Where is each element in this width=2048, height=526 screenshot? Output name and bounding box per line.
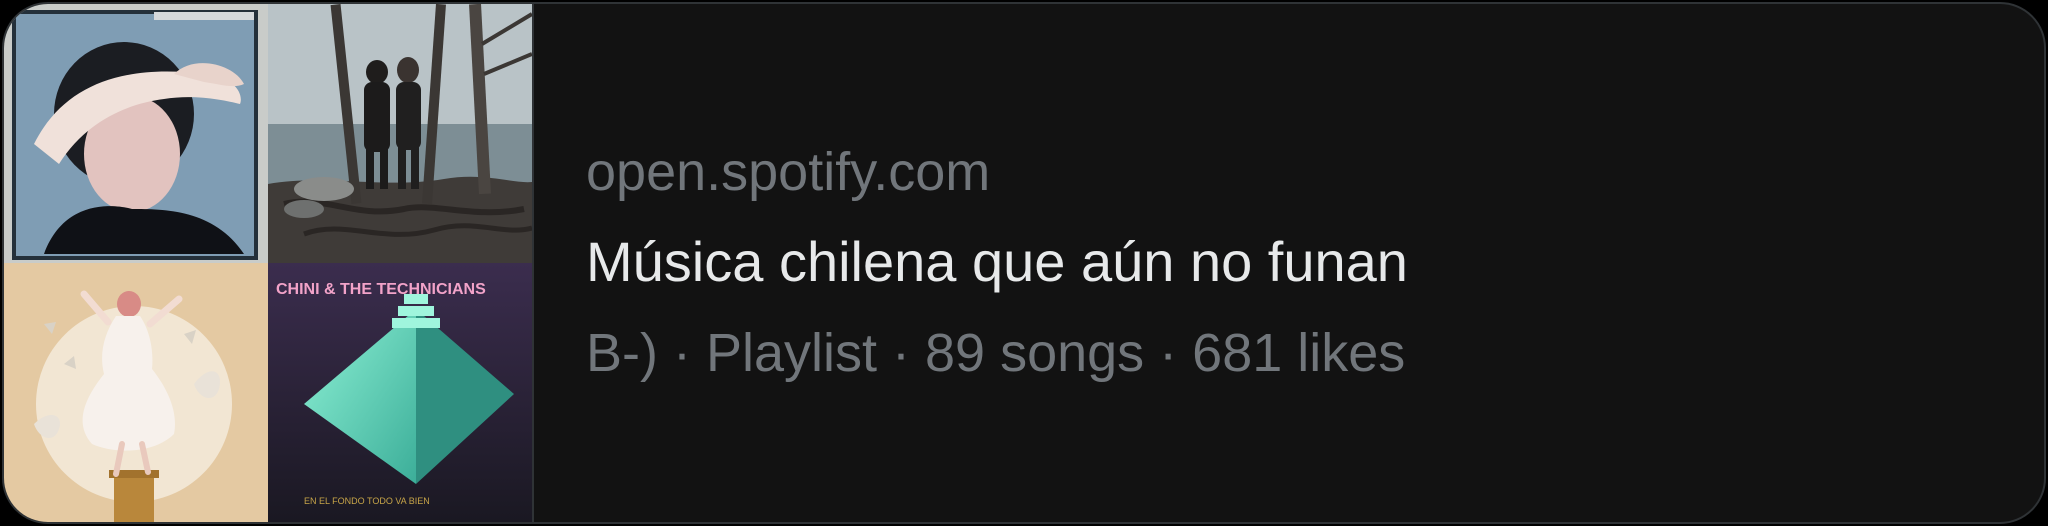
album-cover-portrait [4,4,268,263]
album-cover-dancer [4,263,268,522]
album-cover-text-artist: CHINI & THE TECHNICIANS [276,281,486,298]
album-cover-pyramid: CHINI & THE TECHNICIANS EN EL FONDO TODO… [268,263,532,522]
link-domain: open.spotify.com [586,142,991,202]
link-title: Música chilena que aún no funan [586,230,1408,293]
playlist-cover-image: CHINI & THE TECHNICIANS EN EL FONDO TODO… [4,4,532,522]
link-description: B-) · Playlist · 89 songs · 681 likes [586,323,1406,383]
link-preview-card[interactable]: CHINI & THE TECHNICIANS EN EL FONDO TODO… [2,2,2046,524]
album-cover-text-title: EN EL FONDO TODO VA BIEN [304,496,430,506]
album-cover-lake [268,4,532,263]
playlist-cover-mosaic: CHINI & THE TECHNICIANS EN EL FONDO TODO… [4,4,534,522]
link-preview-info: open.spotify.com Música chilena que aún … [534,4,2044,522]
